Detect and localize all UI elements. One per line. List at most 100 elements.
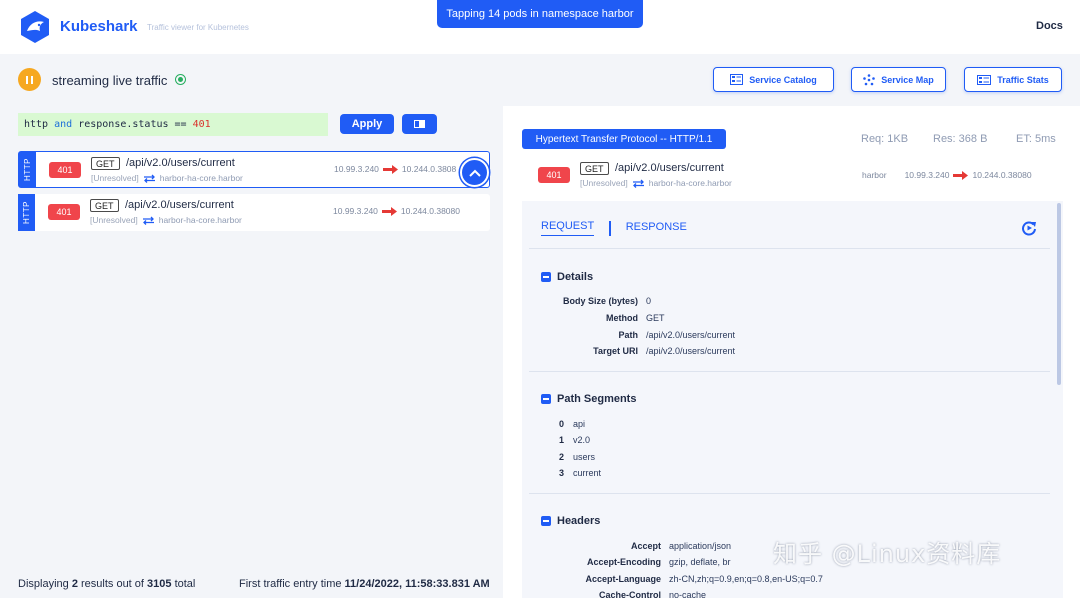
detail-tabs: REQUEST RESPONSE <box>541 220 687 236</box>
swap-arrows-icon <box>143 174 155 183</box>
collapse-icon <box>541 272 551 282</box>
divider <box>529 371 1050 372</box>
pause-icon <box>26 75 29 84</box>
detail-value: 0 <box>646 296 652 306</box>
elapsed-time: ET: 5ms <box>1016 133 1056 145</box>
protocol-label: HTTP <box>23 158 33 181</box>
tapping-banner: Tapping 14 pods in namespace harbor <box>437 0 643 28</box>
header-key: Accept-Language <box>585 574 661 584</box>
apply-filter-button[interactable]: Apply <box>340 114 394 134</box>
service-map-label: Service Map <box>881 74 934 85</box>
protocol-label: HTTP <box>22 201 32 224</box>
service-catalog-label: Service Catalog <box>749 74 817 85</box>
red-arrow-icon <box>382 164 398 174</box>
filter-query-input[interactable]: http and response.status == 401 <box>18 113 328 136</box>
resolution-status: [Unresolved] <box>90 215 138 225</box>
detail-value: /api/v2.0/users/current <box>646 346 736 356</box>
segment-value: users <box>573 452 596 462</box>
streaming-status-text: streaming live traffic <box>52 73 168 88</box>
service-name: harbor-ha-core.harbor <box>159 173 243 183</box>
response-size: Res: 368 B <box>933 133 988 145</box>
method-badge: GET <box>580 162 609 175</box>
results-summary: Displaying 2 results out of 3105 total <box>18 578 196 590</box>
detail-path: /api/v2.0/users/current <box>615 162 724 174</box>
destination-ip: 10.244.0.38080 <box>400 206 460 216</box>
header-value: zh-CN,zh;q=0.9,en;q=0.8,en-US;q=0.7 <box>669 574 823 584</box>
traffic-stats-button[interactable]: Traffic Stats <box>964 67 1062 92</box>
status-code-badge: 401 <box>538 167 570 183</box>
status-code-badge: 401 <box>49 162 81 178</box>
traffic-stats-icon <box>977 74 992 85</box>
detail-key: Body Size (bytes) <box>562 296 638 306</box>
scroll-to-top-button[interactable] <box>460 158 489 187</box>
details-section-toggle[interactable]: Details <box>541 271 593 283</box>
header-key: Accept-Encoding <box>586 557 661 567</box>
detail-key: Path <box>618 330 638 340</box>
service-name: harbor-ha-core.harbor <box>648 178 732 188</box>
header-key: Cache-Control <box>598 590 661 598</box>
detail-key: Target URI <box>593 346 638 356</box>
segment-value: current <box>573 468 602 478</box>
red-arrow-icon <box>953 170 969 180</box>
detail-value: /api/v2.0/users/current <box>646 330 736 340</box>
catalog-icon <box>730 74 744 85</box>
service-map-button[interactable]: Service Map <box>851 67 946 92</box>
resolution-status: [Unresolved] <box>91 173 139 183</box>
segment-index: 0 <box>559 419 565 429</box>
divider <box>529 248 1050 249</box>
tab-request[interactable]: REQUEST <box>541 220 595 236</box>
segment-value: v2.0 <box>573 435 591 445</box>
segment-value: api <box>573 419 586 429</box>
kubeshark-logo-icon <box>21 11 49 43</box>
pause-icon-bar <box>30 75 33 84</box>
header-value: application/json <box>669 541 732 551</box>
collapse-icon <box>541 516 551 526</box>
source-ip: 10.99.3.240 <box>334 164 379 174</box>
panel-toggle-icon <box>414 120 425 128</box>
segment-index: 1 <box>559 435 565 445</box>
first-entry-time: First traffic entry time 11/24/2022, 11:… <box>239 578 490 590</box>
service-map-icon <box>863 73 876 85</box>
service-catalog-button[interactable]: Service Catalog <box>713 67 834 92</box>
replay-icon[interactable] <box>1021 220 1037 236</box>
header-value: gzip, deflate, br <box>669 557 731 567</box>
filter-token: http <box>24 119 49 130</box>
app-tagline: Traffic viewer for Kubernetes <box>147 23 249 32</box>
protocol-strip: HTTP <box>18 194 35 231</box>
detail-key: Method <box>606 313 638 323</box>
filter-help-button[interactable] <box>402 114 437 134</box>
traffic-entry-row[interactable]: HTTP 401 GET /api/v2.0/users/current [Un… <box>18 151 490 188</box>
source-ip: 10.99.3.240 <box>904 170 950 180</box>
protocol-strip: HTTP <box>19 152 36 187</box>
headers-section-toggle[interactable]: Headers <box>541 515 600 527</box>
segment-index: 3 <box>559 468 565 478</box>
collapse-icon <box>541 394 551 404</box>
destination-ip: 10.244.0.38080 <box>972 170 1032 180</box>
path-segments-section-toggle[interactable]: Path Segments <box>541 393 636 405</box>
segment-index: 2 <box>559 452 565 462</box>
source-ip: 10.99.3.240 <box>333 206 378 216</box>
divider <box>529 493 1050 494</box>
app-name: Kubeshark <box>60 18 138 35</box>
method-badge: GET <box>90 199 119 212</box>
entry-path: /api/v2.0/users/current <box>126 157 235 169</box>
destination-ip: 10.244.0.3808 <box>401 164 457 174</box>
service-name: harbor-ha-core.harbor <box>158 215 242 225</box>
method-badge: GET <box>91 157 120 170</box>
protocol-badge: Hypertext Transfer Protocol -- HTTP/1.1 <box>522 129 726 149</box>
header-value: no-cache <box>669 590 707 598</box>
detail-value: GET <box>646 313 665 323</box>
tab-response[interactable]: RESPONSE <box>626 221 687 236</box>
red-arrow-icon <box>381 206 397 216</box>
status-code-badge: 401 <box>48 204 80 220</box>
filter-expression: response.status == <box>72 119 193 130</box>
docs-link[interactable]: Docs <box>1036 20 1063 32</box>
detail-scrollbar[interactable] <box>1057 203 1061 385</box>
traffic-entry-row[interactable]: HTTP 401 GET /api/v2.0/users/current [Un… <box>18 194 490 231</box>
pause-button[interactable] <box>18 68 41 91</box>
filter-value: 401 <box>192 119 211 130</box>
entry-path: /api/v2.0/users/current <box>125 199 234 211</box>
header-key: Accept <box>630 541 661 551</box>
swap-arrows-icon <box>142 216 154 225</box>
resolution-status: [Unresolved] <box>580 178 628 188</box>
